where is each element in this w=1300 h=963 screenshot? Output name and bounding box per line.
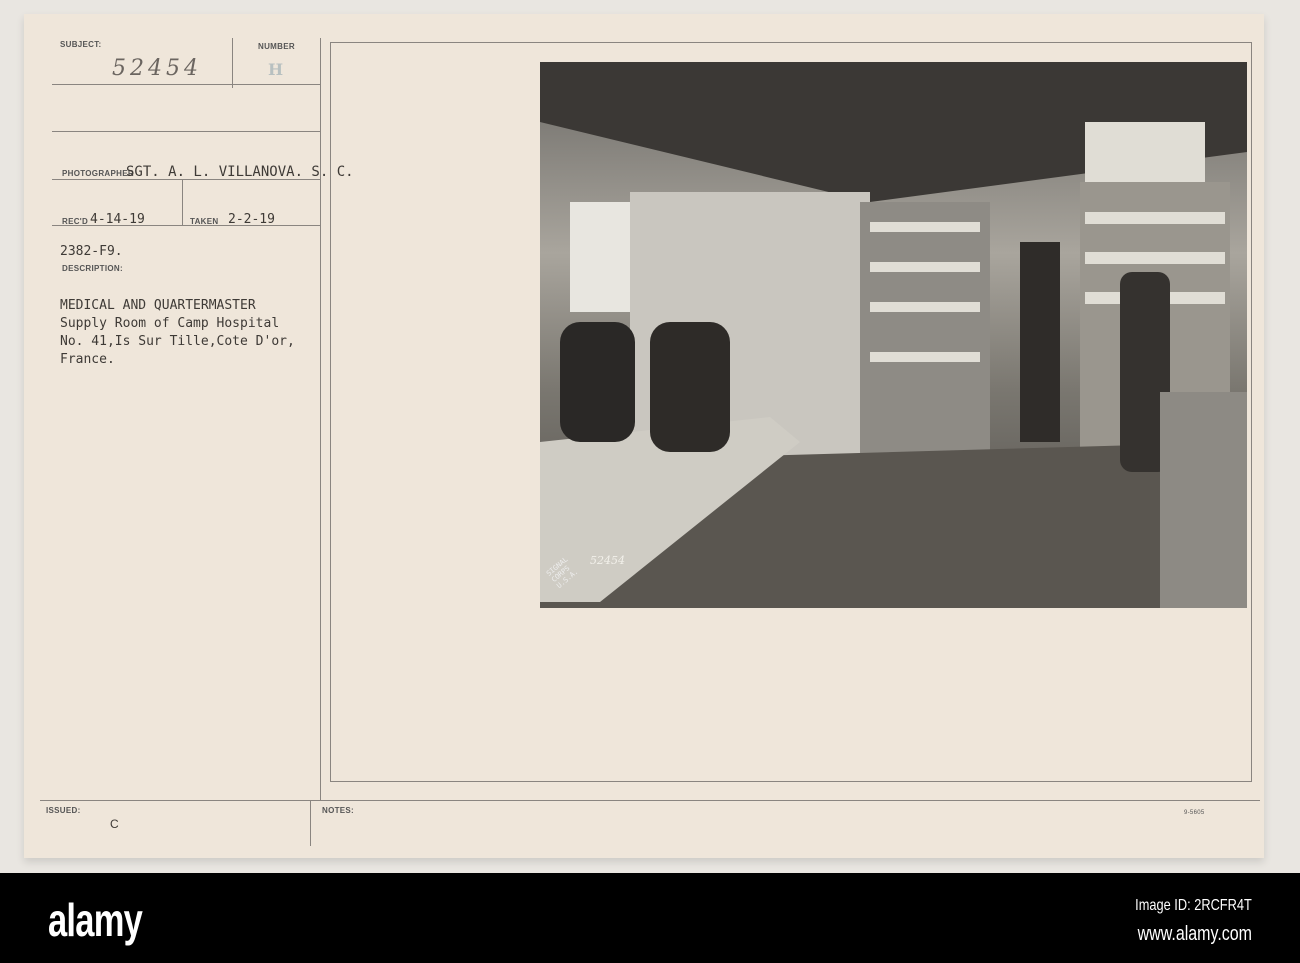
form-number: 9-5605 (1184, 810, 1205, 816)
notes-label: NOTES: (322, 806, 355, 815)
reference-code: 2382-F9. (60, 244, 123, 259)
description-line: MEDICAL AND QUARTERMASTER (60, 298, 256, 313)
alamy-logo: alamy (48, 894, 143, 946)
image-id: Image ID: 2RCFR4T (1135, 897, 1252, 914)
description: MEDICAL AND QUARTERMASTER Supply Room of… (60, 297, 295, 369)
description-line: Supply Room of Camp Hospital (60, 316, 280, 331)
description-line: No. 41,Is Sur Tille,Cote D'or, (60, 334, 295, 349)
photo-illustration (540, 62, 1247, 608)
number-value: H (268, 60, 284, 79)
watermark-footer: alamy Image ID: 2RCFR4T www.alamy.com (0, 873, 1300, 963)
photo-stamp-number: 52454 (590, 554, 625, 567)
photographer-label: PHOTOGRAPHER (62, 169, 134, 178)
number-label: NUMBER (258, 42, 295, 51)
issued-label: ISSUED: (46, 806, 81, 815)
subject-label: SUBJECT: (60, 40, 102, 49)
photograph-supply-room: SIGNAL CORPS U.S.A. 52454 (540, 62, 1247, 608)
description-line: France. (60, 352, 115, 367)
alamy-url[interactable]: www.alamy.com (1138, 923, 1252, 946)
subject-value: 52454 (112, 56, 202, 81)
description-label: DESCRIPTION: (62, 264, 123, 273)
issued-value: C (110, 817, 119, 831)
